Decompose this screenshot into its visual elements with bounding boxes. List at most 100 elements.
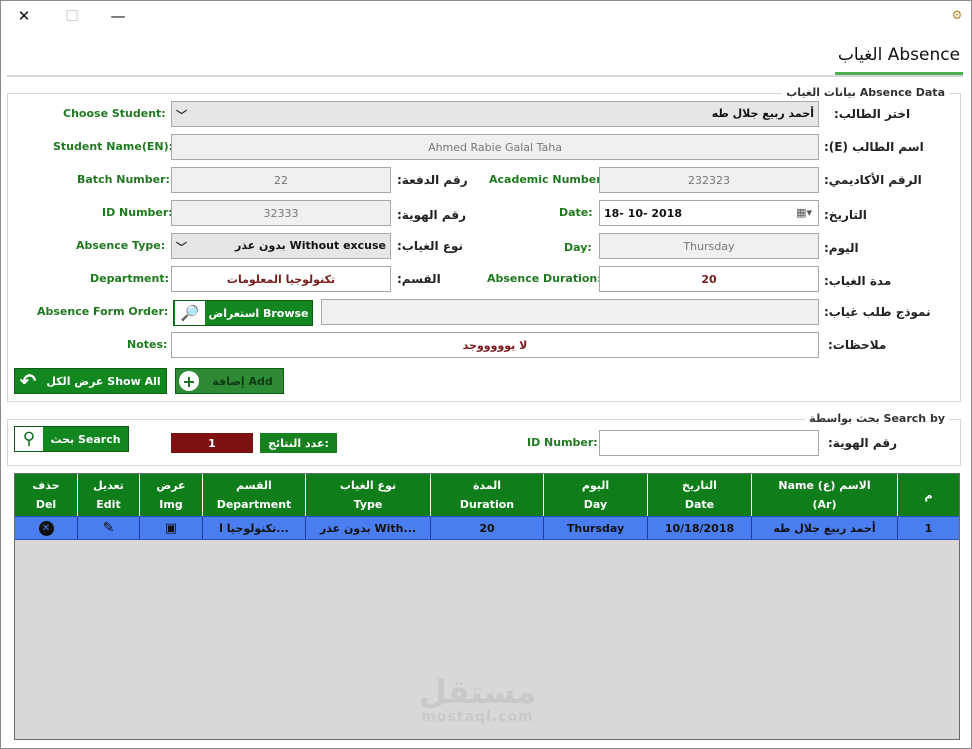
row-img-cell[interactable]: ▣: [140, 517, 203, 539]
watermark-ar: مستقل: [419, 673, 537, 711]
absence-form-order-label-ar: نموذج طلب غياب:: [824, 305, 931, 319]
absence-duration-label-ar: مدة الغياب:: [824, 274, 892, 288]
absence-duration-field[interactable]: 20: [599, 266, 819, 292]
row-duration: 20: [431, 517, 544, 539]
notes-field[interactable]: لا يوووووجد: [171, 332, 819, 358]
col-day[interactable]: اليوم Day: [544, 474, 648, 516]
student-name-field: Ahmed Rabie Galal Taha: [171, 134, 819, 160]
academic-number-label: Academic Number:: [489, 173, 607, 186]
search-button[interactable]: ⚲ بحث Search: [14, 426, 129, 452]
absence-data-title: بيانات الغياب Absence Data: [782, 86, 949, 99]
calendar-icon[interactable]: ▦▾: [796, 206, 812, 219]
student-name-label: Student Name(EN):: [53, 140, 173, 153]
back-arrow-icon: ↶: [19, 369, 37, 393]
close-icon[interactable]: ✕: [9, 5, 39, 27]
choose-student-label: Choose Student:: [63, 107, 166, 120]
row-department: تكنولوجيا ا...: [203, 517, 306, 539]
absence-duration-label: Absence Duration:: [487, 272, 602, 285]
col-del[interactable]: حذف Del: [15, 474, 78, 516]
absence-type-select[interactable]: ﹀ بدون عذر Without excuse: [171, 233, 391, 259]
department-label-ar: القسم:: [397, 272, 441, 286]
search-id-label: ID Number:: [527, 436, 598, 449]
row-edit-cell[interactable]: ✎: [78, 517, 140, 539]
app-icon: ⚙: [951, 8, 963, 22]
id-number-label-ar: رقم الهوية:: [397, 208, 466, 222]
notes-label: Notes:: [127, 338, 168, 351]
show-all-label: عرض الكل Show All: [46, 374, 161, 388]
department-label: Department:: [90, 272, 169, 285]
add-button[interactable]: + إضافة Add: [175, 368, 284, 394]
browse-button[interactable]: 🔎 استعراض Browse: [173, 300, 313, 326]
delete-icon[interactable]: ✕: [38, 520, 54, 536]
col-index-ar: م: [924, 488, 933, 502]
image-icon[interactable]: ▣: [165, 521, 177, 536]
col-department[interactable]: القسم Department: [203, 474, 306, 516]
col-index[interactable]: م: [898, 474, 959, 516]
choose-student-select[interactable]: ﹀ أحمد ربيع جلال طه: [171, 101, 819, 127]
col-department-en: Department: [216, 498, 292, 511]
col-date[interactable]: التاريخ Date: [648, 474, 752, 516]
minimize-icon[interactable]: —: [103, 5, 133, 27]
title-bar: ✕ ☐ — ⚙: [1, 1, 971, 33]
col-img-en: Img: [159, 498, 183, 511]
day-field: Thursday: [599, 233, 819, 259]
choose-student-value: أحمد ربيع جلال طه: [711, 107, 814, 120]
row-type: بدون عذر With...: [306, 517, 431, 539]
row-del-cell[interactable]: ✕: [15, 517, 78, 539]
show-all-button[interactable]: ↶ عرض الكل Show All: [14, 368, 167, 394]
col-type[interactable]: نوع الغياب Type: [306, 474, 431, 516]
col-img[interactable]: عرض Img: [140, 474, 203, 516]
batch-number-field: 22: [171, 167, 391, 193]
row-index: 1: [924, 521, 933, 535]
col-edit-en: Edit: [96, 498, 121, 511]
academic-number-label-ar: الرقم الأكاديمي:: [824, 173, 922, 187]
absence-form-order-field: [321, 299, 819, 325]
col-day-en: Day: [583, 498, 608, 511]
col-name-en: (Ar): [812, 498, 837, 511]
student-name-label-ar: اسم الطالب (E):: [824, 140, 924, 154]
date-picker[interactable]: 18- 10- 2018 ▦▾: [599, 200, 819, 226]
row-day: Thursday: [544, 517, 648, 539]
tab-divider: [7, 75, 963, 77]
batch-number-label: Batch Number:: [77, 173, 170, 186]
col-duration-en: Duration: [459, 498, 515, 511]
date-label-ar: التاريخ:: [824, 208, 867, 222]
col-type-ar: نوع الغياب: [339, 479, 397, 492]
plus-circle-icon: +: [179, 371, 199, 391]
id-number-label: ID Number:: [102, 206, 173, 219]
search-id-input[interactable]: [599, 430, 819, 456]
search-group-title: بحث بواسطة Search by: [805, 412, 949, 425]
col-date-ar: التاريخ: [682, 479, 717, 492]
maximize-icon[interactable]: ☐: [57, 5, 87, 27]
grid-header: حذف Del تعديل Edit عرض Img القسم Department …: [15, 474, 959, 516]
watermark-en: mostaql.com: [421, 709, 534, 725]
col-img-ar: عرض: [156, 479, 186, 492]
absence-type-label-ar: نوع الغياب:: [397, 239, 464, 253]
department-field[interactable]: تكنولوجيا المعلومات: [171, 266, 391, 292]
col-date-en: Date: [684, 498, 715, 511]
col-department-ar: القسم: [236, 479, 272, 492]
col-type-en: Type: [353, 498, 383, 511]
id-number-field: 32333: [171, 200, 391, 226]
edit-icon[interactable]: ✎: [103, 520, 115, 536]
tab-absence[interactable]: الغياب Absence: [835, 37, 963, 75]
date-label: Date:: [559, 206, 593, 219]
chevron-down-icon: ﹀: [176, 241, 187, 254]
col-name[interactable]: Name (ع) الاسم (Ar): [752, 474, 898, 516]
col-edit[interactable]: تعديل Edit: [78, 474, 140, 516]
absence-type-value: بدون عذر Without excuse: [235, 239, 386, 252]
col-edit-ar: تعديل: [93, 479, 124, 492]
search-id-label-ar: رقم الهوية:: [828, 436, 897, 450]
choose-student-label-ar: اختر الطالب:: [834, 107, 911, 121]
search-button-label: بحث Search: [50, 432, 121, 446]
col-name-ar: Name (ع) الاسم: [778, 479, 871, 492]
table-row[interactable]: ✕ ✎ ▣ تكنولوجيا ا... بدون عذر With... 20…: [15, 516, 959, 540]
folder-search-icon: 🔎: [175, 301, 205, 325]
col-del-en: Del: [35, 498, 57, 511]
row-date: 10/18/2018: [648, 517, 752, 539]
absence-type-label: Absence Type:: [76, 239, 166, 252]
chevron-down-icon: ﹀: [176, 109, 187, 122]
col-day-ar: اليوم: [581, 479, 610, 492]
col-duration[interactable]: المدة Duration: [431, 474, 544, 516]
app-window: ✕ ☐ — ⚙ الغياب Absence بيانات الغياب Abs…: [0, 0, 972, 749]
